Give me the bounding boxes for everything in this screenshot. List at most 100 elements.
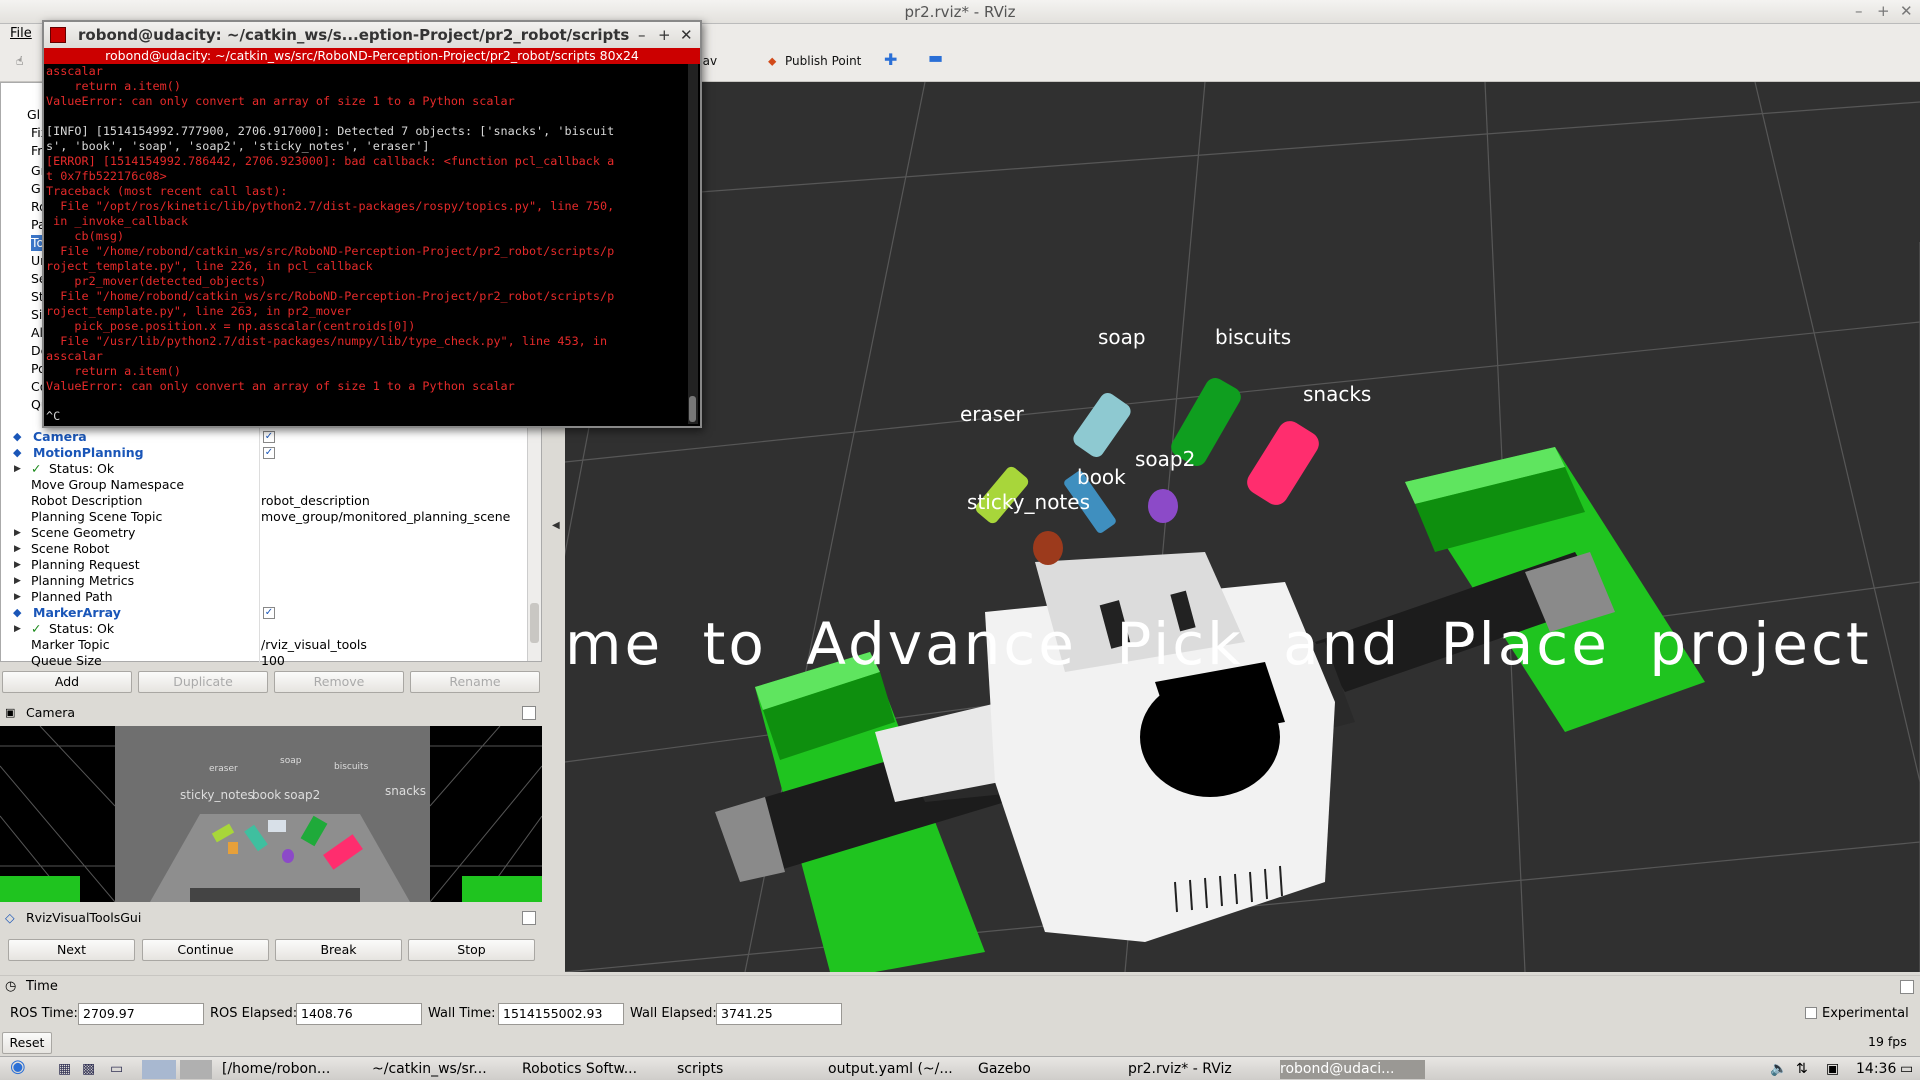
display-row-partial[interactable]: Fr [31, 143, 42, 159]
expand-arrow-icon[interactable]: ▶ [14, 525, 21, 541]
terminal-maximize-icon[interactable]: + [658, 22, 671, 48]
display-row-partial[interactable]: G [31, 181, 41, 197]
experimental-checkbox[interactable] [1805, 1007, 1817, 1019]
add-display-button[interactable]: Add [2, 671, 132, 693]
wall-time-label: Wall Time: [428, 1006, 496, 1021]
terminal-line: Traceback (most recent call last): [46, 184, 288, 198]
display-tree-row[interactable]: ▶ Planned Path [1, 589, 529, 605]
display-enabled-checkbox[interactable]: ✓ [263, 447, 275, 459]
label-biscuits: biscuits [1215, 325, 1292, 349]
fps-readout: 19 fps [1868, 1034, 1907, 1049]
browser-icon[interactable]: ▩ [82, 1060, 95, 1079]
taskbar-window-button[interactable]: output.yaml (~/... [828, 1060, 973, 1079]
terminal-line: ValueError: can only convert an array of… [46, 94, 515, 108]
taskbar-window-button[interactable]: Gazebo [978, 1060, 1123, 1079]
time-panel-float-button[interactable] [1900, 980, 1914, 994]
label-snacks: snacks [1303, 382, 1372, 406]
display-row-partial[interactable]: Gl [27, 107, 40, 123]
break-button[interactable]: Break [275, 939, 402, 961]
display-enabled-checkbox[interactable]: ✓ [263, 607, 275, 619]
file-manager-icon[interactable]: ▦ [58, 1060, 71, 1079]
display-tree-row[interactable]: ◆ ✓ MarkerArray [1, 605, 529, 621]
continue-button[interactable]: Continue [142, 939, 269, 961]
terminal-window[interactable]: robond@udacity: ~/catkin_ws/s...eption-P… [42, 20, 702, 428]
display-tree-row[interactable]: Marker Topic/rviz_visual_tools [1, 637, 529, 653]
display-tree-row-value[interactable]: move_group/monitored_planning_scene [261, 509, 510, 525]
add-tool-icon[interactable]: ✚ [884, 50, 897, 69]
volume-icon[interactable]: 🔈 [1770, 1060, 1787, 1079]
taskbar-window-button[interactable]: robond@udaci... [1280, 1060, 1425, 1079]
display-tree-row[interactable]: Queue Size 100 [1, 653, 529, 669]
terminal-close-icon[interactable]: ✕ [680, 22, 693, 48]
expand-arrow-icon[interactable]: ▶ [14, 461, 21, 477]
display-tree-row[interactable]: ▶ ✓ Status: Ok [1, 461, 529, 477]
window-icon[interactable]: ▭ [110, 1060, 123, 1079]
start-menu-icon[interactable]: ◉ [10, 1057, 26, 1076]
map-pin-icon: ⬥ [768, 54, 777, 68]
expand-arrow-icon[interactable]: ▶ [14, 541, 21, 557]
desktop-pager-2[interactable] [180, 1060, 212, 1079]
display-tree-row[interactable]: ▶ ✓ Status: Ok [1, 621, 529, 637]
terminal-line: ^C [46, 409, 61, 423]
camera-object-label: sticky_notes [180, 788, 254, 802]
ros-time-field[interactable]: 2709.97 [78, 1003, 204, 1025]
display-tree-row[interactable]: Move Group Namespace [1, 477, 529, 493]
display-tree-row[interactable]: Robot Description robot_description [1, 493, 529, 509]
network-icon[interactable]: ⇅ [1796, 1060, 1808, 1079]
stop-button[interactable]: Stop [408, 939, 535, 961]
remove-tool-icon[interactable]: ▬ [928, 48, 943, 67]
rvt-panel-header: ◇ RvizVisualToolsGui [0, 908, 542, 928]
show-desktop-icon[interactable]: ▭ [1900, 1060, 1913, 1079]
display-tree-row[interactable]: ▶ Scene Geometry [1, 525, 529, 541]
terminal-minimize-icon[interactable]: – [638, 22, 646, 48]
display-tree-row[interactable]: Planning Scene Topic move_group/monitored… [1, 509, 529, 525]
display-tree-row-label: Scene Geometry [31, 525, 136, 540]
rename-display-button[interactable]: Rename [410, 671, 540, 693]
close-icon[interactable]: ✕ [1900, 2, 1913, 20]
remove-display-button[interactable]: Remove [274, 671, 404, 693]
expand-arrow-icon[interactable]: ▶ [14, 589, 21, 605]
taskbar-window-button[interactable]: Robotics Softw... [522, 1060, 672, 1079]
expand-arrow-icon[interactable]: ▶ [14, 621, 21, 637]
terminal-scrollbar[interactable] [688, 64, 698, 424]
terminal-line: cb(msg) [46, 229, 125, 243]
maximize-icon[interactable]: + [1877, 2, 1890, 20]
display-tree-row-value[interactable]: robot_description [261, 493, 370, 509]
next-button[interactable]: Next [8, 939, 135, 961]
publish-point-tool[interactable]: Publish Point [785, 54, 861, 68]
terminal-tab[interactable]: robond@udacity: ~/catkin_ws/src/RoboND-P… [44, 48, 700, 64]
label-soap2: soap2 [1135, 447, 1196, 471]
reset-button[interactable]: Reset [2, 1032, 52, 1054]
expand-arrow-icon[interactable]: ▶ [14, 557, 21, 573]
taskbar-window-button[interactable]: [/home/robon... [222, 1060, 367, 1079]
wall-time-field[interactable]: 1514155002.93 [498, 1003, 624, 1025]
display-tree-row[interactable]: ▶ Scene Robot [1, 541, 529, 557]
desktop-pager-1[interactable] [142, 1060, 176, 1079]
display-tree-row[interactable]: ◆ ✓ Camera [1, 429, 529, 445]
display-tree-row-value[interactable]: 100 [261, 653, 285, 669]
display-icon[interactable]: ▣ [1826, 1060, 1839, 1079]
menu-file[interactable]: File [10, 26, 32, 41]
rvt-panel-float-button[interactable] [522, 911, 536, 925]
taskbar-window-button[interactable]: pr2.rviz* - RViz [1128, 1060, 1273, 1079]
minimize-icon[interactable]: – [1855, 2, 1863, 20]
camera-object-label: eraser [209, 764, 238, 774]
taskbar-window-button[interactable]: ~/catkin_ws/sr... [372, 1060, 517, 1079]
display-enabled-checkbox[interactable]: ✓ [263, 431, 275, 443]
display-tree-row[interactable]: ▶ Planning Request [1, 557, 529, 573]
status-ok-icon: ✓ [31, 621, 42, 636]
display-tree-row-value[interactable]: /rviz_visual_tools [261, 637, 367, 653]
taskbar-window-button[interactable]: scripts [677, 1060, 822, 1079]
display-tree-row[interactable]: ◆ ✓ MotionPlanning [1, 445, 529, 461]
duplicate-display-button[interactable]: Duplicate [138, 671, 268, 693]
terminal-output[interactable]: asscalar return a.item() ValueError: can … [46, 64, 686, 424]
ros-elapsed-field[interactable]: 1408.76 [296, 1003, 422, 1025]
collapse-left-icon[interactable]: ◀ [552, 520, 560, 531]
expand-arrow-icon[interactable]: ▶ [14, 573, 21, 589]
interact-tool-icon[interactable]: ☝ [16, 54, 23, 68]
wall-elapsed-field[interactable]: 3741.25 [716, 1003, 842, 1025]
3d-viewport[interactable]: soap biscuits snacks eraser soap2 book s… [565, 82, 1920, 972]
camera-panel-float-button[interactable] [522, 706, 536, 720]
camera-panel-title: Camera [26, 705, 76, 720]
display-tree-row[interactable]: ▶ Planning Metrics [1, 573, 529, 589]
